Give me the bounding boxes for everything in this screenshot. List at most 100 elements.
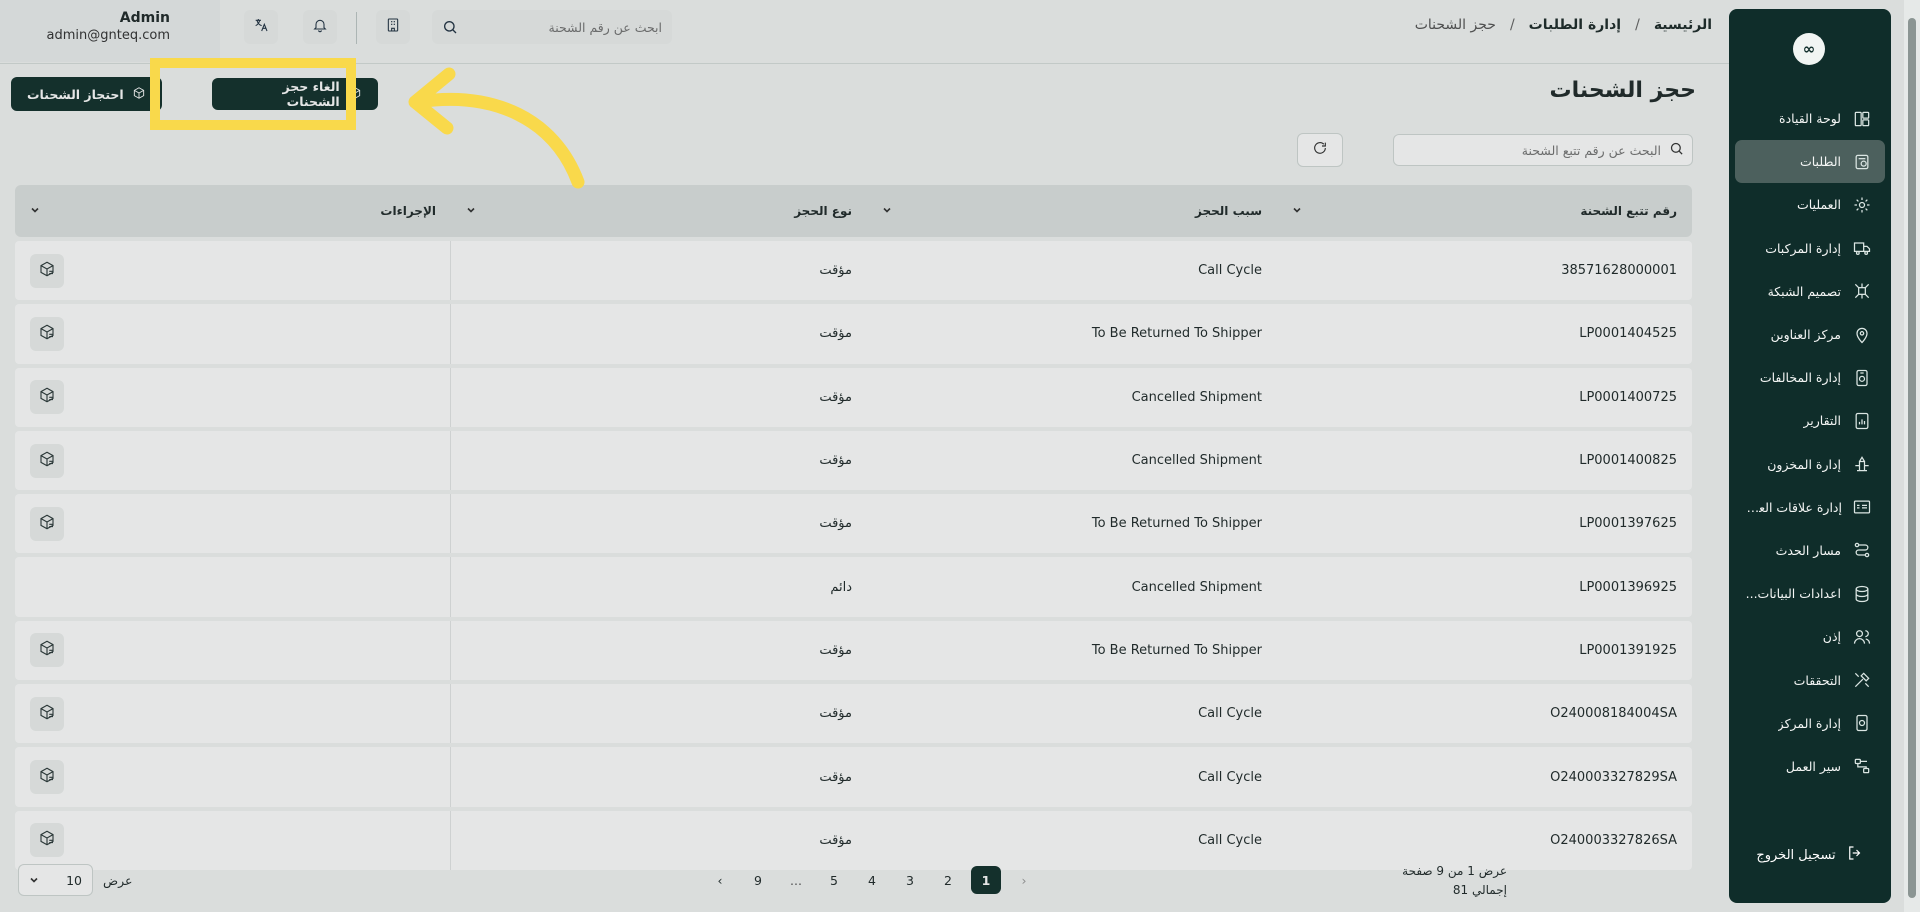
package-release-icon [38,323,56,345]
sidebar-item-workflow[interactable]: سير العمل [1735,745,1885,788]
release-hold-button[interactable] [30,443,64,478]
tracking-cell: O240003327829SA [1550,769,1677,785]
building-button[interactable] [376,10,410,44]
sidebar-item-label: العمليات [1796,197,1841,213]
prev-page-button[interactable]: ‹ [1009,866,1039,894]
reason-cell: To Be Returned To Shipper [1091,642,1262,658]
page-button[interactable]: 3 [895,866,925,894]
actions-cell [15,367,451,427]
sidebar-item-label: التحققات [1793,672,1841,688]
search-icon[interactable] [442,19,458,39]
pagination-ellipsis: ... [790,872,802,888]
hold-shipments-label: احتجاز الشحنات [27,86,124,102]
tracking-cell: LP0001404525 [1579,326,1677,342]
sidebar-item-tools[interactable]: التحققات [1735,658,1885,701]
release-hold-button[interactable] [30,506,64,541]
refresh-icon [1312,140,1328,160]
sidebar-item-map-pin[interactable]: مركز العناوين [1735,313,1885,356]
breadcrumb-home[interactable]: الرئيسية [1654,17,1712,33]
table-row[interactable]: LP0001391925 To Be Returned To Shipper مؤق… [15,620,1692,681]
breadcrumb-orders[interactable]: إدارة الطلبات [1529,17,1621,33]
sidebar-item-truck[interactable]: إدارة المركبات [1735,227,1885,270]
table-row[interactable]: LP0001400725 Cancelled Shipment مؤقت [15,367,1692,427]
sidebar-item-crm[interactable]: إدارة علاقات العملاء [1735,486,1885,529]
sidebar-item-violations[interactable]: إدارة المخالفات [1735,356,1885,399]
per-page-select[interactable]: 10 [18,864,93,896]
column-label: رقم تتبع الشحنة [1580,204,1677,218]
sidebar-item-operations[interactable]: العمليات [1735,183,1885,226]
logout-button[interactable]: تسجيل الخروج [1735,835,1885,875]
page-button[interactable]: 2 [933,866,963,894]
actions-cell [15,620,451,681]
reason-cell: Call Cycle [1198,706,1262,722]
reason-cell: Call Cycle [1198,263,1262,279]
dashboard-icon [1851,108,1873,130]
sidebar-item-database[interactable]: اعدادات البيانات... [1735,572,1885,615]
page-button[interactable]: 5 [819,866,849,894]
table-row[interactable]: LP0001404525 To Be Returned To Shipper مؤق… [15,304,1692,364]
type-cell: مؤقت [819,642,852,658]
package-release-icon [38,766,56,788]
sidebar-item-hub-settings[interactable]: إدارة المركز [1735,702,1885,745]
table-row[interactable]: O240008184004SA Call Cycle مؤقت [15,684,1692,744]
sidebar-item-users[interactable]: إذن [1735,615,1885,658]
chevron-down-icon [1292,204,1302,218]
scrollbar[interactable] [1904,0,1920,912]
package-release-icon [38,386,56,408]
pointer-arrow-icon [408,67,585,189]
sidebar-item-label: إدارة المركبات [1765,240,1841,256]
column-label: الإجراءات [380,204,436,218]
next-page-button[interactable]: › [705,866,735,894]
column-header-actions[interactable]: الإجراءات [15,185,451,237]
sidebar-item-inventory[interactable]: إدارة المخزون [1735,443,1885,486]
column-label: سبب الحجز [1195,204,1262,218]
table-row[interactable]: LP0001400825 Cancelled Shipment مؤقت [15,430,1692,491]
release-hold-button[interactable] [30,633,64,668]
sidebar-item-dashboard[interactable]: لوحة القيادة [1735,97,1885,140]
package-release-icon [38,703,56,725]
table-row[interactable]: O240003327829SA Call Cycle مؤقت [15,747,1692,807]
notifications-button[interactable] [303,10,337,44]
actions-cell [15,241,451,301]
violations-icon [1851,367,1873,389]
release-hold-button[interactable] [30,380,64,415]
page-button[interactable]: 1 [971,866,1001,894]
sidebar-item-label: لوحة القيادة [1779,111,1841,127]
page-button[interactable]: 4 [857,866,887,894]
page-button[interactable]: 9 [743,866,773,894]
release-hold-button[interactable] [30,316,64,351]
scrollbar-thumb[interactable] [1908,18,1916,898]
bell-icon [312,17,328,37]
breadcrumb-current: حجز الشحنات [1414,17,1496,33]
sidebar-item-event-path[interactable]: مسار الحدث [1735,529,1885,572]
release-hold-button[interactable] [30,823,64,858]
tracking-cell: LP0001400725 [1579,389,1677,405]
type-cell: مؤقت [819,263,852,279]
inventory-icon [1851,453,1873,475]
column-header-tracking[interactable]: رقم تتبع الشحنة [1277,185,1692,237]
hold-shipments-button[interactable]: احتجاز الشحنات [11,77,162,111]
release-hold-button[interactable] [30,760,64,795]
table-row[interactable]: LP0001396925 Cancelled Shipment دائم [15,557,1692,617]
user-profile[interactable]: Admin admin@gnteq.com [0,0,220,62]
logo[interactable]: ∞ [1793,33,1825,65]
language-button[interactable] [244,10,278,44]
sidebar-item-orders[interactable]: الطلبات [1735,140,1885,184]
table-row[interactable]: 38571628000001 Call Cycle مؤقت [15,241,1692,301]
truck-icon [1851,237,1873,259]
pagination-info: عرض 1 من 9 صفحة إجمالي 81 [1402,862,1507,900]
chevron-down-icon [882,204,892,218]
release-hold-button[interactable] [30,696,64,731]
tracking-search-input[interactable] [1402,142,1669,158]
header-search [432,10,672,44]
crm-icon [1852,496,1873,518]
refresh-button[interactable] [1297,133,1343,167]
package-release-icon [38,260,56,282]
sidebar-item-network[interactable]: تصميم الشبكة [1735,270,1885,313]
sidebar-nav: لوحة القيادة الطلبات العمليات إدارة المركبا… [1729,97,1891,788]
table-row[interactable]: LP0001397625 To Be Returned To Shipper مؤق… [15,494,1692,554]
header-search-input[interactable] [442,19,662,35]
column-header-reason[interactable]: سبب الحجز [867,185,1277,237]
release-hold-button[interactable] [30,253,64,288]
sidebar-item-reports[interactable]: التقارير [1735,399,1885,442]
